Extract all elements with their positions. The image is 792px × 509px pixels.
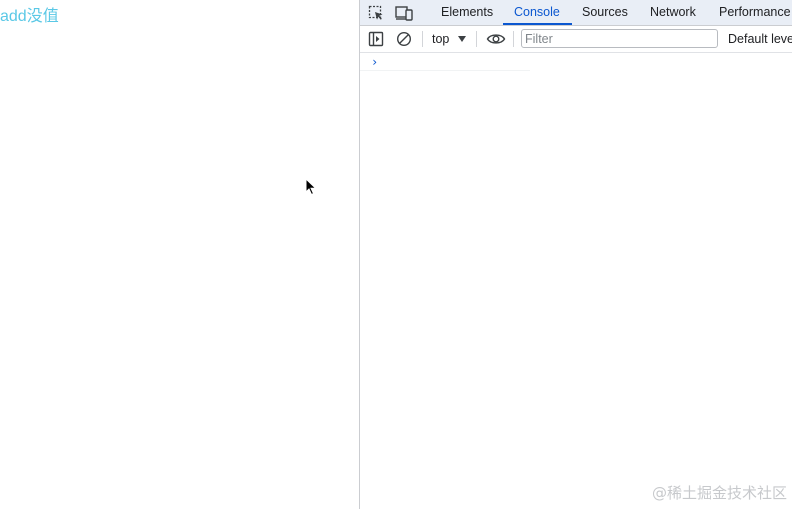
prompt-chevron-icon: ›	[371, 55, 379, 69]
sidebar-toggle-icon[interactable]	[367, 30, 385, 48]
console-toolbar: top Default levels	[360, 26, 792, 53]
tab-console[interactable]: Console	[503, 0, 572, 25]
log-levels-dropdown[interactable]: Default levels	[728, 30, 792, 48]
device-toggle-icon[interactable]	[395, 4, 413, 22]
web-page-viewport: add没值	[0, 0, 359, 509]
console-output[interactable]: › @稀土掘金技术社区	[360, 53, 792, 509]
screen: add没值 Elements Console Sources Network P…	[0, 0, 792, 509]
live-expression-eye-icon[interactable]	[486, 30, 506, 48]
toolbar-separator	[513, 31, 514, 47]
toolbar-separator	[476, 31, 477, 47]
context-selector[interactable]: top	[432, 30, 467, 48]
context-value: top	[432, 32, 450, 46]
console-prompt-line[interactable]: ›	[360, 53, 530, 71]
tab-elements[interactable]: Elements	[441, 0, 493, 25]
clear-console-icon[interactable]	[395, 30, 413, 48]
mouse-cursor-icon	[305, 177, 317, 196]
chevron-down-icon	[458, 36, 467, 42]
toolbar-separator	[422, 31, 423, 47]
tab-performance[interactable]: Performance	[719, 0, 791, 25]
devtools-tab-bar: Elements Console Sources Network Perform…	[360, 0, 792, 26]
page-link-text[interactable]: add没值	[0, 2, 59, 26]
devtools-panel: Elements Console Sources Network Perform…	[359, 0, 792, 509]
filter-input[interactable]	[521, 29, 718, 48]
watermark: @稀土掘金技术社区	[651, 484, 787, 502]
tab-sources[interactable]: Sources	[582, 0, 628, 25]
tab-network[interactable]: Network	[650, 0, 696, 25]
inspect-element-icon[interactable]	[367, 4, 385, 22]
